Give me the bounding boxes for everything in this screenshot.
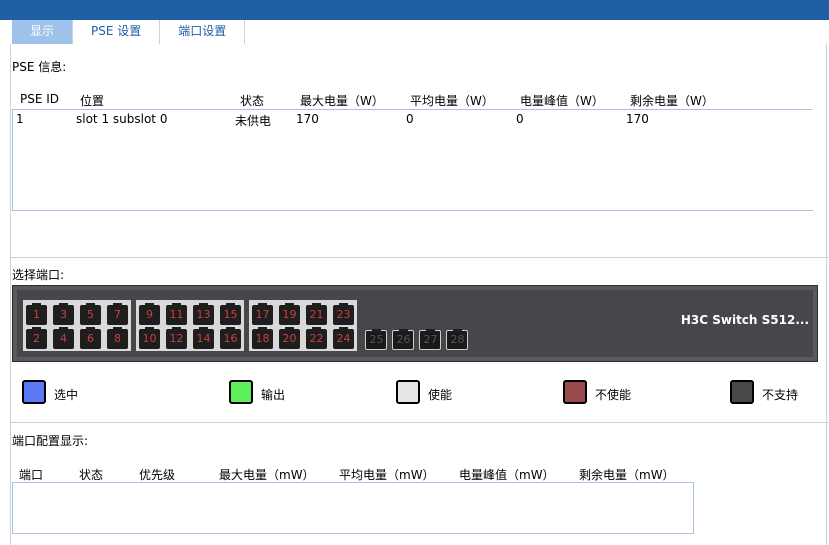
tab-pse-settings[interactable]: PSE 设置 bbox=[73, 20, 161, 44]
cell-peak-power: 0 bbox=[516, 112, 524, 126]
port-21[interactable]: 21 bbox=[306, 303, 327, 325]
col-avg-power: 平均电量（mW） bbox=[339, 468, 435, 482]
disabled-swatch-icon bbox=[563, 380, 587, 404]
select-port-title: 选择端口: bbox=[12, 268, 65, 282]
port-6[interactable]: 6 bbox=[80, 327, 101, 349]
cell-status: 未供电 bbox=[235, 114, 272, 128]
port-22[interactable]: 22 bbox=[306, 327, 327, 349]
col-max-power: 最大电量（W） bbox=[300, 94, 384, 108]
pse-table-body: 1 slot 1 subslot 0 未供电 170 0 0 170 bbox=[12, 109, 813, 211]
port-13[interactable]: 13 bbox=[193, 303, 214, 325]
cell-avg-power: 0 bbox=[406, 112, 414, 126]
port-18[interactable]: 18 bbox=[252, 327, 273, 349]
port-11[interactable]: 11 bbox=[166, 303, 187, 325]
pse-info-title: PSE 信息: bbox=[12, 60, 67, 74]
cell-remaining-power: 170 bbox=[626, 112, 649, 126]
col-status: 状态 bbox=[240, 94, 265, 108]
port-20[interactable]: 20 bbox=[279, 327, 300, 349]
port-16[interactable]: 16 bbox=[220, 327, 241, 349]
port-group-3: 17 19 21 23 18 20 22 24 bbox=[249, 300, 357, 351]
port-group-1: 1 3 5 7 2 4 6 8 bbox=[23, 300, 131, 351]
port-25[interactable]: 25 bbox=[365, 329, 387, 350]
col-max-power: 最大电量（mW） bbox=[219, 468, 315, 482]
col-priority: 优先级 bbox=[139, 468, 176, 482]
port-4[interactable]: 4 bbox=[53, 327, 74, 349]
port-1[interactable]: 1 bbox=[26, 303, 47, 325]
col-peak-power: 电量峰值（W） bbox=[520, 94, 604, 108]
col-pse-id: PSE ID bbox=[20, 92, 60, 106]
top-banner bbox=[0, 0, 829, 20]
cell-max-power: 170 bbox=[296, 112, 319, 126]
frame-border-right bbox=[826, 44, 827, 545]
switch-model-name: H3C Switch S512... bbox=[680, 313, 809, 327]
port-10[interactable]: 10 bbox=[139, 327, 160, 349]
port-27[interactable]: 27 bbox=[419, 329, 441, 350]
port-24[interactable]: 24 bbox=[333, 327, 354, 349]
port-28[interactable]: 28 bbox=[446, 329, 468, 350]
unsupported-swatch-icon bbox=[730, 380, 754, 404]
switch-panel: 1 3 5 7 2 4 6 8 9 11 13 15 10 12 14 16 1… bbox=[12, 285, 818, 362]
legend-label: 选中 bbox=[54, 388, 79, 402]
cell-location: slot 1 subslot 0 bbox=[76, 112, 168, 126]
divider bbox=[10, 257, 829, 258]
port-19[interactable]: 19 bbox=[279, 303, 300, 325]
pse-table-header: PSE ID 位置 状态 最大电量（W） 平均电量（W） 电量峰值（W） 剩余电… bbox=[12, 91, 812, 110]
divider bbox=[10, 422, 829, 423]
frame-border-left bbox=[10, 44, 11, 545]
tab-port-settings[interactable]: 端口设置 bbox=[160, 20, 246, 44]
legend-label: 输出 bbox=[261, 388, 286, 402]
port-config-table-body bbox=[12, 482, 694, 534]
col-status: 状态 bbox=[79, 468, 104, 482]
port-3[interactable]: 3 bbox=[53, 303, 74, 325]
col-location: 位置 bbox=[80, 94, 105, 108]
legend-label: 使能 bbox=[428, 388, 453, 402]
port-8[interactable]: 8 bbox=[107, 327, 128, 349]
port-group-2: 9 11 13 15 10 12 14 16 bbox=[136, 300, 244, 351]
port-config-table-header: 端口 状态 优先级 最大电量（mW） 平均电量（mW） 电量峰值（mW） 剩余电… bbox=[12, 465, 702, 482]
enabled-swatch-icon bbox=[396, 380, 420, 404]
cell-pse-id: 1 bbox=[16, 112, 24, 126]
legend-label: 不使能 bbox=[595, 388, 632, 402]
tab-display[interactable]: 显示 bbox=[12, 20, 73, 44]
port-14[interactable]: 14 bbox=[193, 327, 214, 349]
output-swatch-icon bbox=[229, 380, 253, 404]
col-port: 端口 bbox=[19, 468, 44, 482]
col-avg-power: 平均电量（W） bbox=[410, 94, 494, 108]
port-26[interactable]: 26 bbox=[392, 329, 414, 350]
port-config-title: 端口配置显示: bbox=[12, 434, 89, 448]
port-12[interactable]: 12 bbox=[166, 327, 187, 349]
port-15[interactable]: 15 bbox=[220, 303, 241, 325]
table-row[interactable]: 1 slot 1 subslot 0 未供电 170 0 0 170 bbox=[13, 109, 813, 128]
port-17[interactable]: 17 bbox=[252, 303, 273, 325]
port-7[interactable]: 7 bbox=[107, 303, 128, 325]
tab-bar: 显示 PSE 设置 端口设置 bbox=[12, 20, 246, 44]
port-5[interactable]: 5 bbox=[80, 303, 101, 325]
col-remaining-power: 剩余电量（mW） bbox=[579, 468, 675, 482]
col-peak-power: 电量峰值（mW） bbox=[459, 468, 555, 482]
port-9[interactable]: 9 bbox=[139, 303, 160, 325]
port-2[interactable]: 2 bbox=[26, 327, 47, 349]
selected-swatch-icon bbox=[22, 380, 46, 404]
col-remaining-power: 剩余电量（W） bbox=[630, 94, 714, 108]
legend-label: 不支持 bbox=[762, 388, 799, 402]
port-23[interactable]: 23 bbox=[333, 303, 354, 325]
